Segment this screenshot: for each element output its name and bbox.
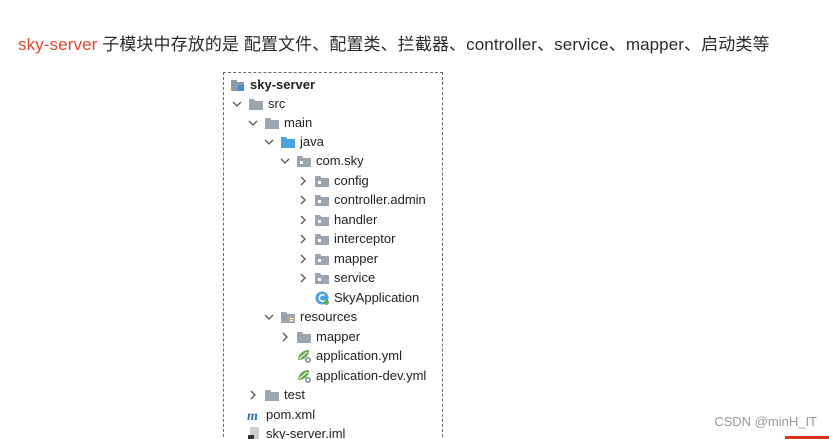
tree-label: java [300, 134, 324, 149]
tree-label: handler [334, 212, 378, 227]
chevron-right-icon[interactable] [296, 174, 310, 188]
tree-node-iml[interactable]: sky-server.iml [246, 424, 345, 439]
chevron-down-icon[interactable] [246, 116, 260, 130]
page: sky-server 子模块中存放的是 配置文件、配置类、拦截器、control… [0, 0, 829, 439]
tree-label: interceptor [334, 231, 396, 246]
page-heading: sky-server 子模块中存放的是 配置文件、配置类、拦截器、control… [18, 30, 770, 55]
chevron-right-icon[interactable] [296, 232, 310, 246]
chevron-down-icon[interactable] [262, 310, 276, 324]
tree-label: application-dev.yml [316, 368, 427, 383]
package-icon [296, 154, 312, 168]
tree-node-pom-xml[interactable]: m pom.xml [246, 405, 315, 424]
tree-node-resources-mapper[interactable]: mapper [278, 327, 360, 346]
maven-icon: m [246, 408, 262, 422]
package-icon [314, 193, 330, 207]
folder-icon [264, 388, 280, 402]
package-icon [314, 232, 330, 246]
tree-label: SkyApplication [334, 290, 420, 305]
package-icon [314, 271, 330, 285]
tree-label: main [284, 115, 313, 130]
tree-node-src[interactable]: src [230, 94, 285, 113]
tree-label: src [268, 96, 286, 111]
tree-label: controller.admin [334, 192, 426, 207]
chevron-down-icon[interactable] [262, 135, 276, 149]
class-icon [314, 291, 330, 305]
heading-description: 子模块中存放的是 配置文件、配置类、拦截器、controller、service… [97, 35, 770, 54]
chevron-right-icon[interactable] [246, 388, 260, 402]
folder-icon [248, 97, 264, 111]
iml-file-icon [246, 426, 262, 439]
tree-node-sky-server[interactable]: sky-server [230, 75, 315, 94]
tree-label: com.sky [316, 153, 364, 168]
module-icon [230, 78, 246, 92]
tree-label: pom.xml [266, 407, 316, 422]
tree-label: resources [300, 309, 358, 324]
tree-label: test [284, 387, 305, 402]
chevron-right-icon[interactable] [296, 252, 310, 266]
heading-module-name: sky-server [18, 35, 98, 54]
spring-config-icon [296, 349, 312, 363]
tree-node-main[interactable]: main [246, 113, 312, 132]
chevron-down-icon[interactable] [278, 154, 292, 168]
tree-node-com-sky[interactable]: com.sky [278, 151, 364, 170]
package-icon [314, 213, 330, 227]
tree-node-mapper[interactable]: mapper [296, 249, 378, 268]
tree-node-handler[interactable]: handler [296, 210, 377, 229]
chevron-right-icon[interactable] [296, 271, 310, 285]
tree-label: service [334, 270, 376, 285]
package-icon [314, 174, 330, 188]
project-tree-panel: sky-server src main java com.sky config … [223, 72, 443, 439]
tree-node-java[interactable]: java [262, 132, 324, 151]
tree-node-test[interactable]: test [246, 385, 305, 404]
tree-node-service[interactable]: service [296, 268, 375, 287]
spring-config-icon [296, 369, 312, 383]
resources-folder-icon [280, 310, 296, 324]
tree-label: sky-server [250, 77, 316, 92]
tree-node-application-yml[interactable]: application.yml [296, 346, 402, 365]
tree-node-application-dev-yml[interactable]: application-dev.yml [296, 366, 426, 385]
tree-label: application.yml [316, 348, 402, 363]
svg-text:m: m [247, 409, 258, 422]
chevron-right-icon[interactable] [278, 330, 292, 344]
package-icon [314, 252, 330, 266]
source-folder-icon [280, 135, 296, 149]
tree-label: mapper [334, 251, 379, 266]
folder-icon [296, 330, 312, 344]
folder-icon [264, 116, 280, 130]
tree-node-resources[interactable]: resources [262, 307, 357, 326]
tree-node-sky-application[interactable]: SkyApplication [314, 288, 419, 307]
tree-label: sky-server.iml [266, 426, 346, 439]
chevron-right-icon[interactable] [296, 193, 310, 207]
chevron-down-icon[interactable] [230, 97, 244, 111]
tree-label: config [334, 173, 369, 188]
tree-node-controller-admin[interactable]: controller.admin [296, 190, 426, 209]
tree-node-interceptor[interactable]: interceptor [296, 229, 395, 248]
watermark: CSDN @minH_IT [714, 414, 817, 429]
tree-node-config[interactable]: config [296, 171, 369, 190]
tree-label: mapper [316, 329, 361, 344]
chevron-right-icon[interactable] [296, 213, 310, 227]
